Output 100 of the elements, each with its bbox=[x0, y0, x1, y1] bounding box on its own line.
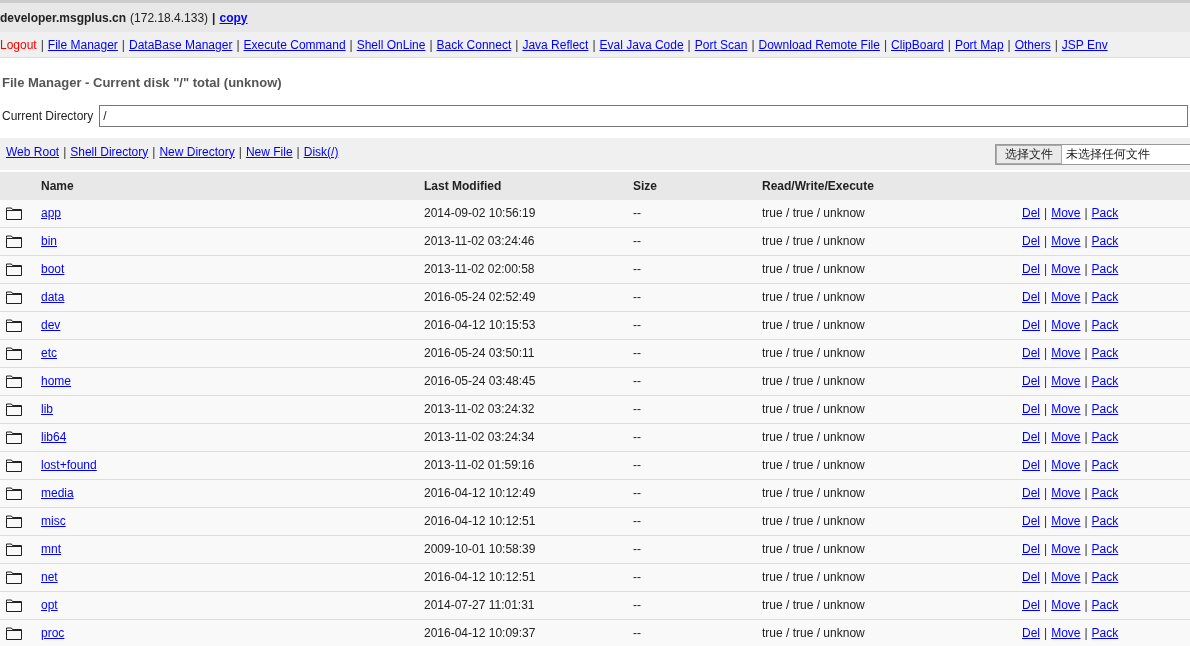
nav-link[interactable]: Execute Command bbox=[243, 35, 346, 54]
action-link[interactable]: Del bbox=[1022, 260, 1040, 278]
action-link[interactable]: Pack bbox=[1091, 428, 1119, 446]
action-link[interactable]: Move bbox=[1051, 344, 1081, 362]
action-link[interactable]: Del bbox=[1022, 456, 1040, 474]
action-link[interactable]: Del bbox=[1022, 512, 1040, 530]
folder-link[interactable]: home bbox=[41, 374, 72, 388]
action-link[interactable]: Pack bbox=[1091, 232, 1119, 250]
action-link[interactable]: Pack bbox=[1091, 400, 1119, 418]
toolbar-link[interactable]: Disk(/) bbox=[303, 142, 339, 161]
nav-link[interactable]: Port Map bbox=[954, 35, 1004, 54]
folder-link[interactable]: data bbox=[41, 290, 65, 304]
separator: | bbox=[1084, 373, 1088, 390]
action-link[interactable]: Del bbox=[1022, 316, 1040, 334]
action-link[interactable]: Move bbox=[1051, 204, 1081, 222]
folder-link[interactable]: boot bbox=[41, 262, 65, 276]
size-cell-text: -- bbox=[633, 429, 642, 446]
action-link[interactable]: Del bbox=[1022, 596, 1040, 614]
folder-link[interactable]: lib64 bbox=[41, 430, 67, 444]
action-link[interactable]: Move bbox=[1051, 260, 1081, 278]
nav-link[interactable]: Shell OnLine bbox=[356, 35, 426, 54]
nav-link[interactable]: Download Remote File bbox=[758, 35, 880, 54]
action-link[interactable]: Move bbox=[1051, 232, 1081, 250]
file-input[interactable]: 选择文件 未选择任何文件 bbox=[995, 143, 1190, 165]
separator: | bbox=[1044, 597, 1048, 614]
folder-link[interactable]: dev bbox=[41, 318, 61, 332]
action-link[interactable]: Move bbox=[1051, 456, 1081, 474]
action-link[interactable]: Pack bbox=[1091, 596, 1119, 614]
action-link[interactable]: Move bbox=[1051, 624, 1081, 642]
separator: | bbox=[349, 36, 353, 54]
folder-link[interactable]: bin bbox=[41, 234, 57, 248]
folder-link[interactable]: opt bbox=[41, 598, 58, 612]
action-link[interactable]: Pack bbox=[1091, 204, 1119, 222]
action-link[interactable]: Pack bbox=[1091, 568, 1119, 586]
action-link[interactable]: Move bbox=[1051, 568, 1081, 586]
action-link[interactable]: Move bbox=[1051, 288, 1081, 306]
action-link[interactable]: Del bbox=[1022, 428, 1040, 446]
toolbar-link[interactable]: New File bbox=[245, 142, 293, 161]
separator: | bbox=[1044, 457, 1048, 474]
action-link[interactable]: Pack bbox=[1091, 624, 1119, 642]
folder-link[interactable]: net bbox=[41, 570, 58, 584]
separator: | bbox=[1084, 625, 1088, 642]
copy-link[interactable]: copy bbox=[219, 8, 248, 27]
action-link[interactable]: Pack bbox=[1091, 372, 1119, 390]
action-link[interactable]: Pack bbox=[1091, 316, 1119, 334]
action-link[interactable]: Del bbox=[1022, 624, 1040, 642]
toolbar-link[interactable]: Shell Directory bbox=[70, 142, 149, 161]
toolbar-link[interactable]: Web Root bbox=[6, 142, 60, 161]
action-link[interactable]: Move bbox=[1051, 512, 1081, 530]
action-link[interactable]: Pack bbox=[1091, 484, 1119, 502]
action-link[interactable]: Del bbox=[1022, 204, 1040, 222]
action-link[interactable]: Move bbox=[1051, 316, 1081, 334]
action-link[interactable]: Del bbox=[1022, 540, 1040, 558]
column-header: Size bbox=[633, 177, 658, 195]
action-link[interactable]: Move bbox=[1051, 484, 1081, 502]
folder-link[interactable]: mnt bbox=[41, 542, 61, 556]
choose-file-button[interactable]: 选择文件 bbox=[996, 144, 1062, 164]
folder-link[interactable]: lib bbox=[41, 402, 53, 416]
nav-link[interactable]: ClipBoard bbox=[891, 35, 944, 54]
folder-icon bbox=[6, 262, 22, 276]
action-link[interactable]: Move bbox=[1051, 372, 1081, 390]
nav-link[interactable]: Back Connect bbox=[436, 35, 512, 54]
action-link[interactable]: Del bbox=[1022, 400, 1040, 418]
folder-icon bbox=[6, 514, 22, 528]
nav-link[interactable]: DataBase Manager bbox=[129, 35, 233, 54]
nav-link[interactable]: File Manager bbox=[47, 35, 118, 54]
folder-icon bbox=[6, 290, 22, 304]
action-link[interactable]: Move bbox=[1051, 428, 1081, 446]
action-link[interactable]: Del bbox=[1022, 372, 1040, 390]
action-link[interactable]: Move bbox=[1051, 400, 1081, 418]
nav-link[interactable]: Java Reflect bbox=[522, 35, 589, 54]
action-link[interactable]: Del bbox=[1022, 288, 1040, 306]
nav-link[interactable]: Others bbox=[1014, 35, 1051, 54]
action-link[interactable]: Pack bbox=[1091, 456, 1119, 474]
action-link[interactable]: Move bbox=[1051, 540, 1081, 558]
action-link[interactable]: Pack bbox=[1091, 344, 1119, 362]
logout-link[interactable]: Logout bbox=[0, 35, 37, 54]
toolbar-link[interactable]: New Directory bbox=[159, 142, 235, 161]
action-link[interactable]: Del bbox=[1022, 568, 1040, 586]
action-link[interactable]: Del bbox=[1022, 232, 1040, 250]
modified-cell-text: 2013-11-02 03:24:46 bbox=[424, 233, 536, 250]
action-link[interactable]: Del bbox=[1022, 484, 1040, 502]
action-link[interactable]: Pack bbox=[1091, 540, 1119, 558]
folder-link[interactable]: etc bbox=[41, 346, 57, 360]
separator: | bbox=[1084, 401, 1088, 418]
action-link[interactable]: Pack bbox=[1091, 288, 1119, 306]
folder-link[interactable]: proc bbox=[41, 626, 65, 640]
separator: | bbox=[1084, 485, 1088, 502]
folder-link[interactable]: misc bbox=[41, 514, 66, 528]
nav-link[interactable]: JSP Env bbox=[1061, 35, 1108, 54]
folder-link[interactable]: media bbox=[41, 486, 74, 500]
folder-link[interactable]: app bbox=[41, 206, 62, 220]
folder-link[interactable]: lost+found bbox=[41, 458, 97, 472]
action-link[interactable]: Del bbox=[1022, 344, 1040, 362]
nav-link[interactable]: Port Scan bbox=[694, 35, 748, 54]
action-link[interactable]: Move bbox=[1051, 596, 1081, 614]
action-link[interactable]: Pack bbox=[1091, 512, 1119, 530]
action-link[interactable]: Pack bbox=[1091, 260, 1119, 278]
directory-field[interactable]: / bbox=[99, 104, 1188, 127]
nav-link[interactable]: Eval Java Code bbox=[599, 35, 684, 54]
